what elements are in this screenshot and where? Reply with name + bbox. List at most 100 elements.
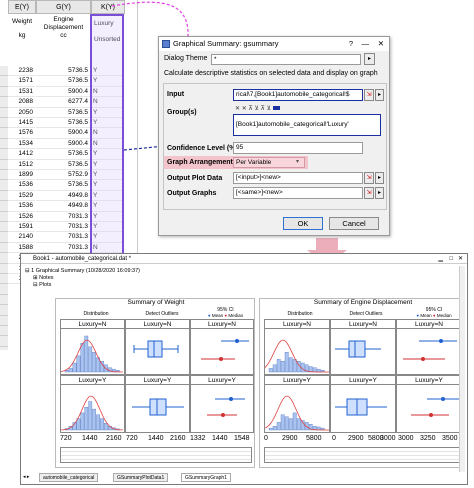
engine-ci-legend: ● Mean ● Median <box>416 313 452 318</box>
tab-gsummary-plot-data[interactable]: GSummaryPlotData1 <box>113 473 169 482</box>
cancel-button[interactable]: Cancel <box>329 217 379 230</box>
engine-box-tick-1: 0 <box>332 435 336 442</box>
engine-dist-tick-1: 0 <box>264 435 268 442</box>
tree-plots[interactable]: ⊟ Plots <box>33 282 51 288</box>
output-graphs-menu-icon[interactable]: ▸ <box>375 187 384 199</box>
plot-data-label: Output Plot Data <box>167 175 223 182</box>
plot-data-field[interactable]: [<input>]<new> <box>233 172 363 184</box>
engine-box-tick-2: 2900 <box>348 435 364 442</box>
hist-bar <box>92 352 97 373</box>
engine-summary-panel[interactable]: Summary of Engine Displacement Distribut… <box>259 298 465 468</box>
hist-bar <box>80 342 85 373</box>
minimize-icon[interactable]: — <box>362 37 370 51</box>
weight-box-tick-3: 2160 <box>170 435 186 442</box>
groups-label: Group(s) <box>167 109 197 116</box>
chevron-down-icon[interactable]: ▾ <box>296 158 299 165</box>
graph-window-title: Book1 - automobile_categorical.dat * <box>33 256 132 262</box>
sheet-nav-arrows[interactable]: ◂ ▸ <box>23 474 29 480</box>
engine-outliers-label: Detect Outliers <box>349 311 383 317</box>
weight-box-tick-2: 1440 <box>148 435 164 442</box>
engine-ci-plot-y <box>411 397 459 417</box>
weight-ci-tick-3: 1548 <box>234 435 250 442</box>
pink-arrow-to-dialog <box>111 1 189 39</box>
engine-hist-n <box>265 339 329 373</box>
engine-dist-y-title: Luxury=Y <box>265 376 329 385</box>
weight-distribution-label: Distribution <box>83 311 109 317</box>
hist-bar <box>284 352 289 373</box>
close-icon[interactable]: ✕ <box>458 254 463 264</box>
vertical-scrollbar[interactable] <box>459 266 465 472</box>
groups-field[interactable]: [Book1]automobile_categorical!'Luxury' <box>233 114 381 136</box>
weight-box-tick-1: 720 <box>126 435 138 442</box>
graph-window[interactable]: Book1 - automobile_categorical.dat * ▁ □… <box>20 253 468 485</box>
tree-notes[interactable]: ⊞ Notes <box>33 275 54 281</box>
help-icon[interactable]: ? <box>349 37 353 51</box>
weight-ci-plot-y <box>207 397 245 417</box>
engine-dist-y: Luxury=Y <box>264 375 330 433</box>
engine-dist-tick-2: 2900 <box>282 435 298 442</box>
weight-ci-legend: ● Mean ● Median <box>207 313 244 318</box>
close-icon[interactable]: ✕ <box>378 37 384 51</box>
engine-ci-n: Luxury=N <box>396 319 462 375</box>
hist-bar <box>296 418 301 431</box>
minimize-icon[interactable]: ▁ <box>438 254 443 264</box>
output-graphs-label: Output Graphs <box>167 190 217 197</box>
hist-bar <box>84 335 89 373</box>
engine-summary-title: Summary of Engine Displacement <box>313 299 413 306</box>
weight-ci-n-title: Luxury=N <box>191 320 253 329</box>
theme-field[interactable]: * <box>211 54 361 65</box>
weight-dist-n: Luxury=N <box>60 319 125 375</box>
hist-bar <box>280 414 285 431</box>
arrangement-select[interactable]: Per Variable <box>233 157 305 168</box>
tree-notes-label: Notes <box>39 275 54 281</box>
engine-ci-n-title: Luxury=N <box>397 320 461 329</box>
engine-ci-y: Luxury=Y <box>396 375 462 433</box>
hist-bar <box>92 408 97 431</box>
hist-bar <box>100 418 104 431</box>
dialog-title-bar[interactable]: Graphical Summary: gsummary ? — ✕ <box>159 37 389 51</box>
engine-ci-tick-2: 3250 <box>420 435 436 442</box>
tab-automobile-categorical[interactable]: automobile_categorical <box>39 473 99 482</box>
weight-dist-y: Luxury=Y <box>60 375 125 433</box>
hist-bar <box>268 427 273 431</box>
input-select-icon[interactable]: ⇲ <box>364 89 374 101</box>
plot-data-menu-icon[interactable]: ▸ <box>375 172 384 184</box>
hist-bar <box>268 368 273 373</box>
plot-data-select-icon[interactable]: ⇲ <box>364 172 374 184</box>
report-tree-root[interactable]: ⊟ 1 Graphical Summary (10/28/2020 16:09:… <box>25 268 140 274</box>
weight-summary-panel[interactable]: Summary of Weight Distribution Detect Ou… <box>55 298 255 468</box>
hist-bar <box>104 422 108 431</box>
engine-ci-tick-1: 3000 <box>398 435 414 442</box>
hist-bar <box>276 359 281 373</box>
input-field[interactable]: rical\7,[Book1]automobile_categorical!$ <box>233 89 363 101</box>
ok-button[interactable]: OK <box>283 217 323 230</box>
groups-toolbar[interactable]: ✕ ✕ ⊼ ⊻ ⊼ ⊻ <box>235 105 315 113</box>
engine-ci-plot-n <box>403 339 457 361</box>
maximize-icon[interactable]: □ <box>449 254 453 264</box>
theme-menu-button[interactable]: ▸ <box>364 53 375 65</box>
hist-bar <box>292 359 297 373</box>
input-menu-icon[interactable]: ▸ <box>375 89 384 101</box>
weight-ci-tick-1: 1332 <box>190 435 206 442</box>
confidence-field[interactable]: 95 <box>233 142 363 154</box>
hist-bar <box>292 412 297 431</box>
weight-ci-y-title: Luxury=Y <box>191 376 253 385</box>
engine-box-n: Luxury=N <box>330 319 396 375</box>
dialog-title: Graphical Summary: gsummary <box>173 39 279 48</box>
dialog-description: Calculate descriptive statistics on sele… <box>164 70 378 77</box>
hist-bar <box>272 426 277 431</box>
output-graphs-field[interactable]: [<same>]<new> <box>233 187 363 199</box>
graph-window-title-bar[interactable]: Book1 - automobile_categorical.dat * ▁ □… <box>21 254 467 264</box>
weight-boxplot-n <box>133 340 179 358</box>
engine-box-y: Luxury=Y <box>330 375 396 433</box>
confidence-label: Confidence Level (%) <box>167 145 238 152</box>
hist-bar <box>288 418 293 431</box>
weight-dist-y-title: Luxury=Y <box>61 376 124 385</box>
tab-gsummary-graph[interactable]: GSummaryGraph1 <box>181 473 231 482</box>
graphical-summary-dialog[interactable]: Graphical Summary: gsummary ? — ✕ Dialog… <box>158 36 390 236</box>
weight-summary-title: Summary of Weight <box>127 299 185 306</box>
engine-stats-table <box>264 447 462 463</box>
groups-color-icon[interactable] <box>272 106 280 110</box>
hist-bar <box>72 362 77 373</box>
output-graphs-select-icon[interactable]: ⇲ <box>364 187 374 199</box>
